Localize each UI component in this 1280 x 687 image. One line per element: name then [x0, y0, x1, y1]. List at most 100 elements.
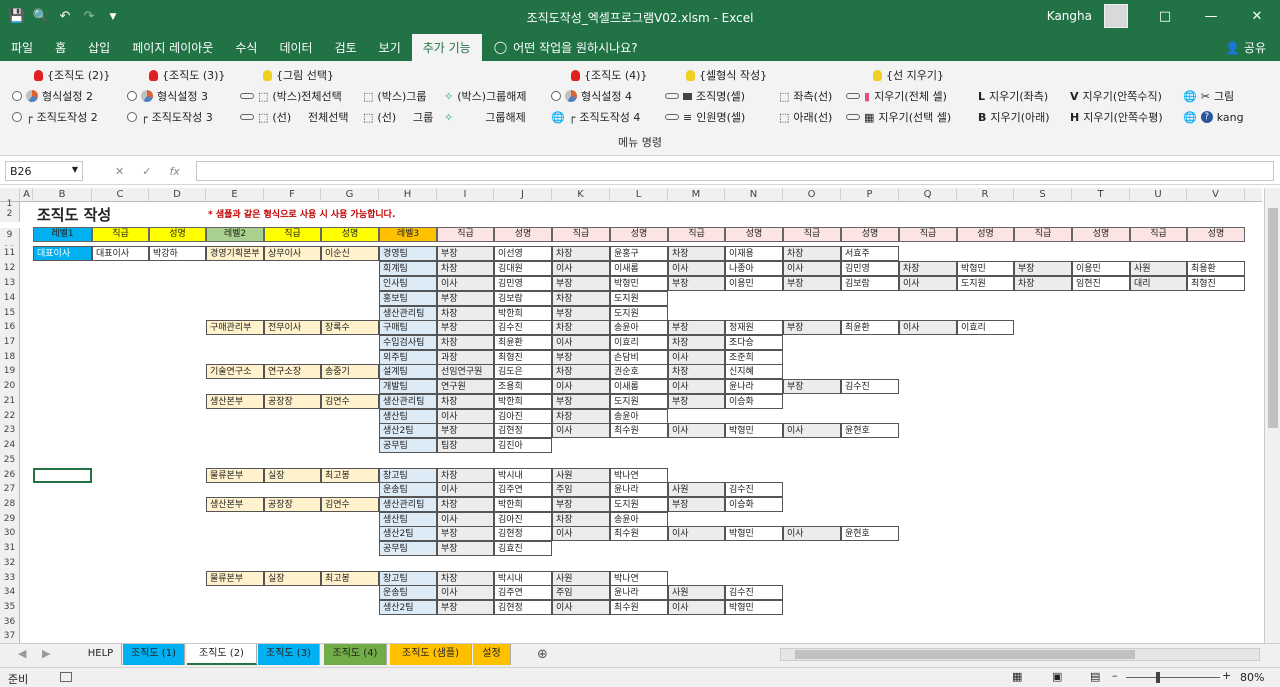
sheet-tab[interactable]: HELP [80, 644, 122, 665]
org-cell[interactable]: 홍보팀 [379, 291, 437, 306]
org-cell[interactable]: 박강하 [149, 246, 206, 261]
column-header[interactable]: P [841, 188, 899, 202]
row-header[interactable]: 19 [0, 364, 20, 379]
zoom-slider-thumb[interactable] [1156, 672, 1160, 683]
row-header[interactable]: 33 [0, 571, 20, 586]
org-cell[interactable]: 최형진 [1187, 276, 1245, 291]
erase-inner-horizontal-button[interactable]: H 지우기(안쪽수평) [1070, 107, 1163, 127]
org-cell[interactable]: 이사 [668, 379, 725, 394]
save-icon[interactable]: 💾 [6, 6, 28, 28]
org-cell[interactable]: 차장 [437, 571, 494, 586]
org-cell[interactable]: 물류본부 [206, 468, 264, 483]
org-cell[interactable]: 김수진 [725, 482, 783, 497]
column-header[interactable]: B [33, 188, 92, 202]
org-cell[interactable]: 도지원 [610, 497, 668, 512]
org-cell[interactable]: 경영기획본부 [206, 246, 264, 261]
erase-selected-cells-button[interactable]: ▦ 지우기(선택 셀) [846, 107, 951, 127]
box-select-all-button[interactable]: ⬚ (박스)전체선택 [240, 86, 342, 106]
org-cell[interactable]: 최윤환 [494, 335, 552, 350]
org-cell[interactable]: 박형민 [957, 261, 1014, 276]
tab-home[interactable]: 홈 [44, 33, 77, 61]
tab-file[interactable]: 파일 [0, 33, 44, 61]
org-cell[interactable]: 차장 [668, 335, 725, 350]
row-header[interactable]: 34 [0, 585, 20, 600]
org-cell[interactable]: 차장 [437, 497, 494, 512]
org-cell[interactable]: 도지원 [610, 394, 668, 409]
org-cell[interactable]: 이사 [668, 350, 725, 365]
page-break-view-icon[interactable]: ▤ [1090, 670, 1100, 683]
tell-me-search[interactable]: ◯ 어떤 작업을 원하시나요? [482, 33, 638, 61]
org-cell[interactable]: 부장 [783, 320, 841, 335]
org-cell[interactable]: 생산본부 [206, 394, 264, 409]
bottom-line-button[interactable]: ⬚ 아래(선) [779, 107, 832, 127]
org-cell[interactable]: 최수원 [610, 600, 668, 615]
row-header[interactable]: 21 [0, 394, 20, 409]
org-cell[interactable]: 설계팀 [379, 364, 437, 379]
org-cell[interactable]: 개발팀 [379, 379, 437, 394]
org-cell[interactable]: 나종아 [725, 261, 783, 276]
line-select-button[interactable]: ⬚ (선) [240, 107, 291, 127]
sheet-tab[interactable]: 조직도 (샘플) [390, 644, 472, 665]
org-cell[interactable]: 차장 [437, 468, 494, 483]
column-header[interactable]: J [494, 188, 552, 202]
org-cell[interactable]: 이재용 [725, 246, 783, 261]
org-cell[interactable]: 이사 [552, 526, 610, 541]
org-cell[interactable]: 김수진 [841, 379, 899, 394]
org-cell[interactable]: 이선영 [494, 246, 552, 261]
org-cell[interactable]: 차장 [437, 394, 494, 409]
org-cell[interactable]: 주임 [552, 482, 610, 497]
org-cell[interactable]: 연구원 [437, 379, 494, 394]
zoom-in-icon[interactable]: + [1222, 669, 1231, 682]
org-cell[interactable]: 윤나라 [610, 585, 668, 600]
org-cell[interactable]: 부장 [552, 306, 610, 321]
org-cell[interactable]: 이새롬 [610, 379, 668, 394]
org-cell[interactable]: 사원 [668, 482, 725, 497]
level-header-cell[interactable]: 성명 [321, 227, 379, 242]
next-sheet-icon[interactable]: ▶ [42, 647, 50, 660]
org-cell[interactable]: 차장 [783, 246, 841, 261]
sheet-tab[interactable]: 조직도 (3) [258, 644, 320, 665]
org-cell[interactable]: 김대원 [494, 261, 552, 276]
org-cell[interactable]: 팀장 [437, 438, 494, 453]
format-setting-3-button[interactable]: 형식설정 3 [127, 86, 208, 106]
prev-sheet-icon[interactable]: ◀ [18, 647, 26, 660]
org-cell[interactable]: 부장 [552, 497, 610, 512]
org-cell[interactable]: 차장 [552, 512, 610, 527]
org-cell[interactable]: 차장 [552, 320, 610, 335]
level-header-cell[interactable]: 성명 [957, 227, 1014, 242]
org-cell[interactable]: 사원 [552, 468, 610, 483]
org-cell[interactable]: 김민영 [494, 276, 552, 291]
org-cell[interactable]: 이사 [552, 379, 610, 394]
org-cell[interactable]: 대표이사 [33, 246, 92, 261]
tab-add-ins[interactable]: 추가 기능 [411, 34, 482, 61]
org-cell[interactable]: 부장 [437, 246, 494, 261]
org-cell[interactable]: 차장 [552, 246, 610, 261]
org-cell[interactable]: 생산본부 [206, 497, 264, 512]
row-header[interactable]: 27 [0, 482, 20, 497]
orgchart-create-3-button[interactable]: ┌ 조직도작성 3 [127, 107, 213, 127]
org-cell[interactable]: 최윤환 [841, 320, 899, 335]
org-cell[interactable]: 공장장 [264, 394, 321, 409]
org-cell[interactable]: 부장 [783, 276, 841, 291]
box-group-button[interactable]: ⬚ (박스)그룹 [363, 86, 426, 106]
row-header[interactable]: 29 [0, 512, 20, 527]
level-header-cell[interactable]: 성명 [841, 227, 899, 242]
row-header[interactable]: 9 [0, 228, 20, 243]
column-header[interactable]: E [206, 188, 264, 202]
row-header[interactable]: 24 [0, 438, 20, 453]
org-cell[interactable]: 회계팀 [379, 261, 437, 276]
org-cell[interactable]: 윤홍구 [610, 246, 668, 261]
org-cell[interactable]: 운송팀 [379, 482, 437, 497]
org-cell[interactable]: 이사 [783, 423, 841, 438]
org-cell[interactable]: 김수진 [494, 320, 552, 335]
org-cell[interactable]: 최수원 [610, 423, 668, 438]
page-layout-view-icon[interactable]: ▣ [1052, 670, 1062, 683]
row-header[interactable]: 11 [0, 246, 20, 261]
level-header-cell[interactable]: 성명 [494, 227, 552, 242]
org-cell[interactable]: 차장 [552, 364, 610, 379]
org-cell[interactable]: 기술연구소 [206, 364, 264, 379]
org-cell[interactable]: 김연수 [321, 394, 379, 409]
line-select-all-button[interactable]: 전체선택 [308, 107, 348, 127]
org-cell[interactable]: 창고팀 [379, 468, 437, 483]
row-header[interactable]: 37 [0, 629, 20, 644]
